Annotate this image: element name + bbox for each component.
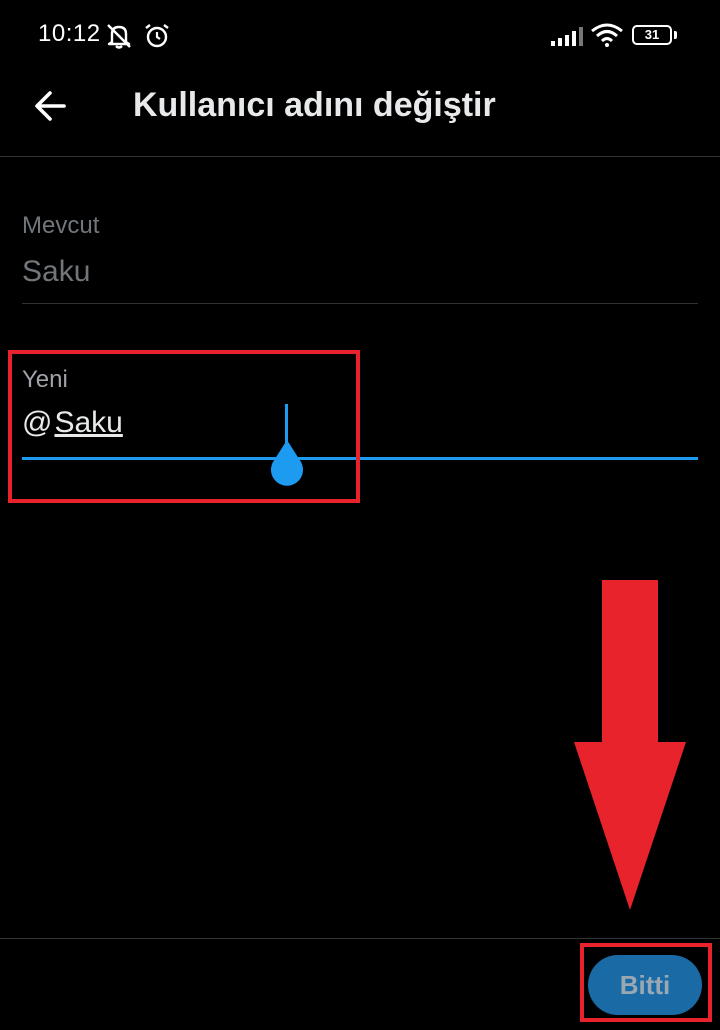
bottom-divider xyxy=(0,938,720,939)
status-time: 10:12 xyxy=(38,20,101,47)
alarm-icon xyxy=(145,24,169,48)
current-username-label: Mevcut xyxy=(22,212,100,239)
current-field-divider xyxy=(22,303,698,304)
page-title: Kullanıcı adını değiştir xyxy=(133,86,496,124)
annotation-highlight-button xyxy=(580,943,712,1022)
muted-bell-icon xyxy=(107,24,131,49)
status-bar: 10:12 31 xyxy=(0,0,720,70)
battery-icon: 31 xyxy=(632,25,672,45)
back-button[interactable] xyxy=(26,84,78,128)
annotation-arrow-down-icon xyxy=(574,580,686,910)
header: Kullanıcı adını değiştir xyxy=(0,70,720,157)
arrow-left-icon xyxy=(35,91,66,121)
battery-level: 31 xyxy=(644,27,660,42)
battery-tip xyxy=(674,31,677,39)
cell-signal-icon xyxy=(551,27,583,46)
current-username-value: Saku xyxy=(22,255,91,288)
annotation-highlight-input xyxy=(8,350,360,503)
wifi-icon xyxy=(591,23,623,47)
